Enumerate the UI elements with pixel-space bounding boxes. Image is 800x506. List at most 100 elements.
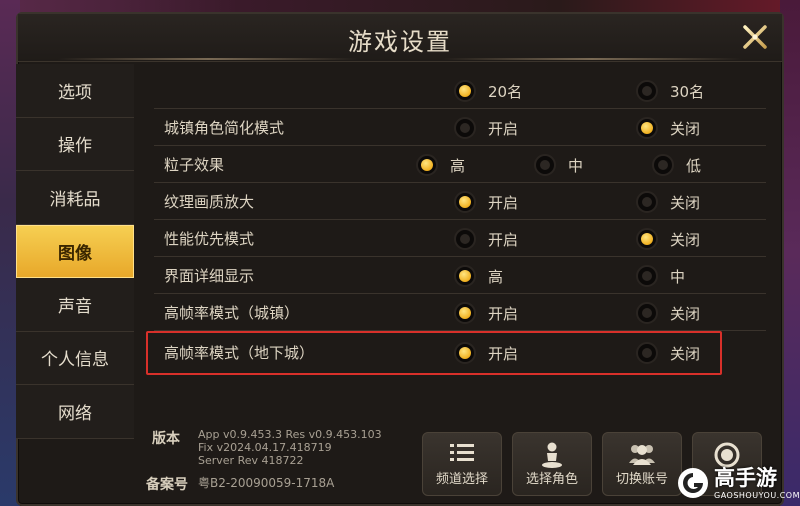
radio-unselected (652, 154, 674, 176)
option-off[interactable]: 关闭 (636, 342, 700, 364)
radio-unselected (636, 80, 658, 102)
option-on[interactable]: 开启 (454, 228, 518, 250)
sidebar-item-options[interactable]: 选项 (16, 64, 134, 118)
option-label: 关闭 (670, 230, 701, 249)
option-label: 关闭 (670, 344, 701, 363)
option-on[interactable]: 开启 (454, 191, 518, 213)
setting-row-town-simplify: 城镇角色简化模式 开启 关闭 (154, 109, 766, 146)
watermark-logo-icon (678, 468, 708, 498)
setting-label: 性能优先模式 (164, 230, 255, 248)
close-icon (743, 25, 767, 49)
option-high[interactable]: 高 (416, 154, 465, 176)
settings-list: 20名 30名 城镇角色简化模式 开启 关闭 粒子效果 高 中 低 纹理画质放大… (154, 72, 766, 432)
sidebar: 选项 操作 消耗品 图像 声音 个人信息 网络 (16, 64, 134, 439)
sidebar-item-controls[interactable]: 操作 (16, 117, 134, 171)
option-label: 高 (488, 267, 504, 286)
option-high[interactable]: 高 (454, 265, 503, 287)
channel-select-button[interactable]: 频道选择 (422, 432, 502, 496)
option-off[interactable]: 关闭 (636, 191, 700, 213)
radio-unselected (636, 265, 658, 287)
option-label: 中 (568, 156, 584, 175)
page-title: 游戏设置 (348, 28, 452, 56)
radio-selected (454, 302, 476, 324)
title-divider-left (58, 58, 358, 60)
title-bar: 游戏设置 (18, 14, 782, 62)
option-medium[interactable]: 中 (534, 154, 583, 176)
sidebar-item-network[interactable]: 网络 (16, 385, 134, 439)
setting-row-display-count: 20名 30名 (154, 72, 766, 109)
sidebar-item-label: 网络 (58, 403, 92, 424)
radio-unselected (636, 302, 658, 324)
version-line-1: App v0.9.453.3 Res v0.9.453.103 (198, 428, 382, 441)
setting-label: 高帧率模式（地下城） (164, 344, 315, 362)
version-line-2: Fix v2024.04.17.418719 (198, 441, 332, 454)
option-medium[interactable]: 中 (636, 265, 685, 287)
list-icon (423, 441, 501, 465)
option-label: 高 (450, 156, 466, 175)
option-label: 低 (686, 156, 702, 175)
option-label: 关闭 (670, 119, 701, 138)
sidebar-item-label: 消耗品 (49, 189, 101, 210)
option-on[interactable]: 开启 (454, 117, 518, 139)
setting-row-hfr-dungeon: 高帧率模式（地下城） 开启 关闭 (154, 331, 766, 372)
radio-selected (454, 191, 476, 213)
radio-selected (454, 80, 476, 102)
option-label: 开启 (488, 230, 519, 249)
option-20[interactable]: 20名 (454, 80, 522, 102)
option-label: 开启 (488, 344, 519, 363)
option-label: 开启 (488, 193, 519, 212)
option-off[interactable]: 关闭 (636, 117, 700, 139)
sidebar-item-label: 个人信息 (41, 350, 109, 371)
watermark-subtext: GAOSHOUYOU.COM (714, 491, 800, 500)
setting-row-performance-mode: 性能优先模式 开启 关闭 (154, 220, 766, 257)
option-label: 20名 (488, 82, 523, 101)
radio-unselected (636, 342, 658, 364)
setting-row-ui-detail: 界面详细显示 高 中 (154, 257, 766, 294)
record-label: 备案号 (146, 477, 188, 493)
option-on[interactable]: 开启 (454, 342, 518, 364)
sidebar-item-label: 图像 (58, 243, 92, 264)
option-label: 关闭 (670, 304, 701, 323)
setting-label: 城镇角色简化模式 (164, 119, 285, 137)
option-off[interactable]: 关闭 (636, 302, 700, 324)
setting-label: 界面详细显示 (164, 267, 255, 285)
option-30[interactable]: 30名 (636, 80, 704, 102)
sidebar-item-label: 选项 (58, 82, 92, 103)
sidebar-item-consumables[interactable]: 消耗品 (16, 171, 134, 225)
version-line-3: Server Rev 418722 (198, 454, 304, 467)
setting-label: 纹理画质放大 (164, 193, 255, 211)
radio-unselected (636, 191, 658, 213)
button-label: 频道选择 (435, 472, 488, 487)
watermark-text: 高手游 (714, 466, 777, 490)
setting-label: 高帧率模式（城镇） (164, 304, 300, 322)
close-button[interactable] (738, 20, 772, 54)
radio-unselected (454, 117, 476, 139)
radio-selected (636, 228, 658, 250)
switch-account-button[interactable]: 切换账号 (602, 432, 682, 496)
watermark: 高手游 GAOSHOUYOU.COM (674, 462, 800, 506)
button-label: 切换账号 (615, 472, 668, 487)
sidebar-item-profile[interactable]: 个人信息 (16, 331, 134, 385)
radio-unselected (534, 154, 556, 176)
radio-selected (454, 342, 476, 364)
sidebar-item-sound[interactable]: 声音 (16, 278, 134, 332)
title-divider-right (442, 58, 742, 60)
option-off[interactable]: 关闭 (636, 228, 700, 250)
option-low[interactable]: 低 (652, 154, 701, 176)
sidebar-item-label: 声音 (58, 296, 92, 317)
setting-label: 粒子效果 (164, 156, 225, 174)
select-character-button[interactable]: 选择角色 (512, 432, 592, 496)
option-label: 开启 (488, 119, 519, 138)
radio-unselected (454, 228, 476, 250)
sidebar-item-label: 操作 (58, 136, 92, 157)
button-label: 选择角色 (525, 472, 578, 487)
option-label: 30名 (670, 82, 705, 101)
users-icon (603, 441, 681, 467)
radio-selected (636, 117, 658, 139)
option-label: 关闭 (670, 193, 701, 212)
option-on[interactable]: 开启 (454, 302, 518, 324)
character-icon (513, 441, 591, 469)
option-label: 开启 (488, 304, 519, 323)
record-value: 粤B2-20090059-1718A (198, 476, 335, 490)
sidebar-item-graphics[interactable]: 图像 (16, 224, 134, 278)
